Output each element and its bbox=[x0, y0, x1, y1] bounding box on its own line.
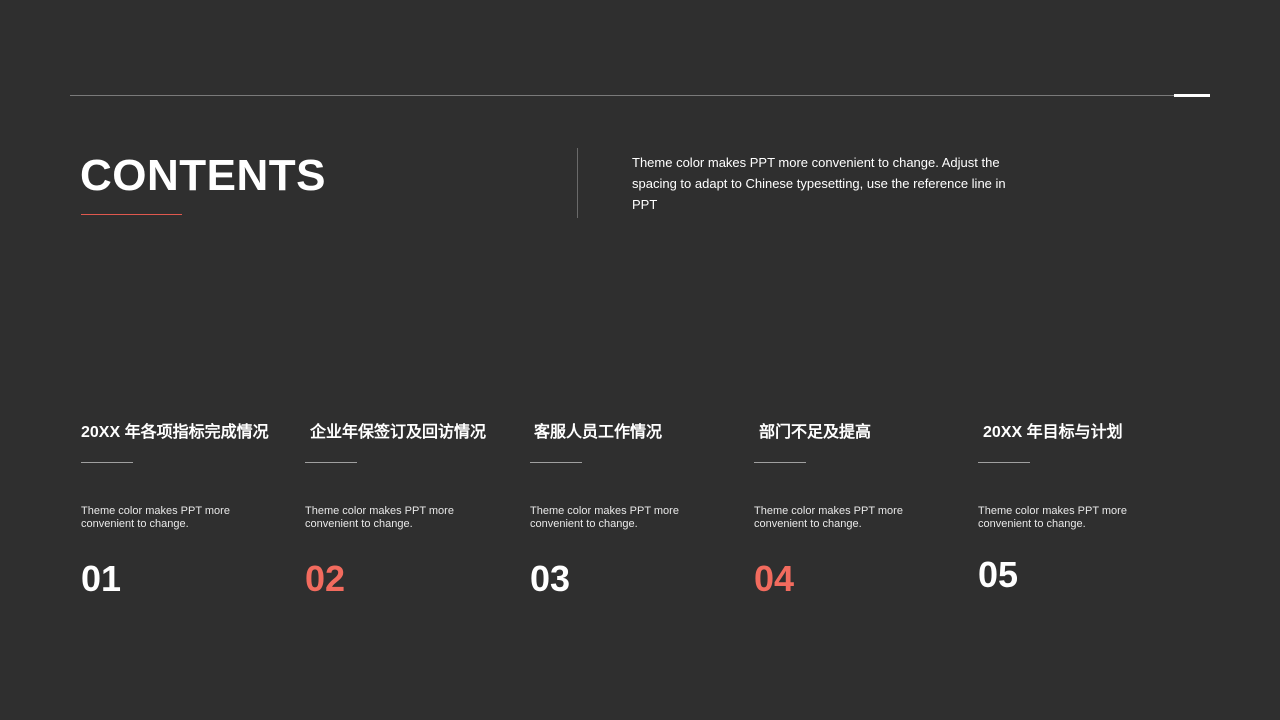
contents-item-rule bbox=[305, 462, 357, 463]
contents-item-description: Theme color makes PPT more convenient to… bbox=[530, 505, 679, 530]
contents-item-01: 20XX 年各项指标完成情况 Theme color makes PPT mor… bbox=[81, 420, 296, 599]
contents-item-description: Theme color makes PPT more convenient to… bbox=[305, 505, 454, 530]
contents-item-number: 05 bbox=[978, 554, 1019, 595]
contents-item-03: 客服人员工作情况 Theme color makes PPT more conv… bbox=[530, 420, 745, 599]
contents-item-05: 20XX 年目标与计划 Theme color makes PPT more c… bbox=[978, 420, 1193, 595]
contents-list: 20XX 年各项指标完成情况 Theme color makes PPT mor… bbox=[0, 0, 1280, 720]
contents-item-number: 01 bbox=[81, 558, 122, 599]
contents-item-heading: 20XX 年各项指标完成情况 bbox=[81, 424, 269, 441]
contents-item-rule bbox=[978, 462, 1030, 463]
contents-item-description: Theme color makes PPT more convenient to… bbox=[978, 505, 1127, 530]
contents-item-heading: 部门不足及提高 bbox=[759, 424, 872, 441]
contents-item-rule bbox=[530, 462, 582, 463]
contents-item-rule bbox=[81, 462, 133, 463]
contents-item-heading: 20XX 年目标与计划 bbox=[983, 424, 1123, 441]
contents-item-number: 03 bbox=[530, 558, 571, 599]
contents-item-heading: 客服人员工作情况 bbox=[534, 424, 663, 441]
contents-item-number: 04 bbox=[754, 558, 795, 599]
contents-item-04: 部门不足及提高 Theme color makes PPT more conve… bbox=[754, 420, 969, 599]
contents-item-02: 企业年保签订及回访情况 Theme color makes PPT more c… bbox=[305, 420, 520, 599]
contents-item-description: Theme color makes PPT more convenient to… bbox=[81, 505, 230, 530]
contents-item-heading: 企业年保签订及回访情况 bbox=[310, 424, 487, 441]
contents-item-number: 02 bbox=[305, 558, 346, 599]
contents-item-rule bbox=[754, 462, 806, 463]
contents-item-description: Theme color makes PPT more convenient to… bbox=[754, 505, 903, 530]
